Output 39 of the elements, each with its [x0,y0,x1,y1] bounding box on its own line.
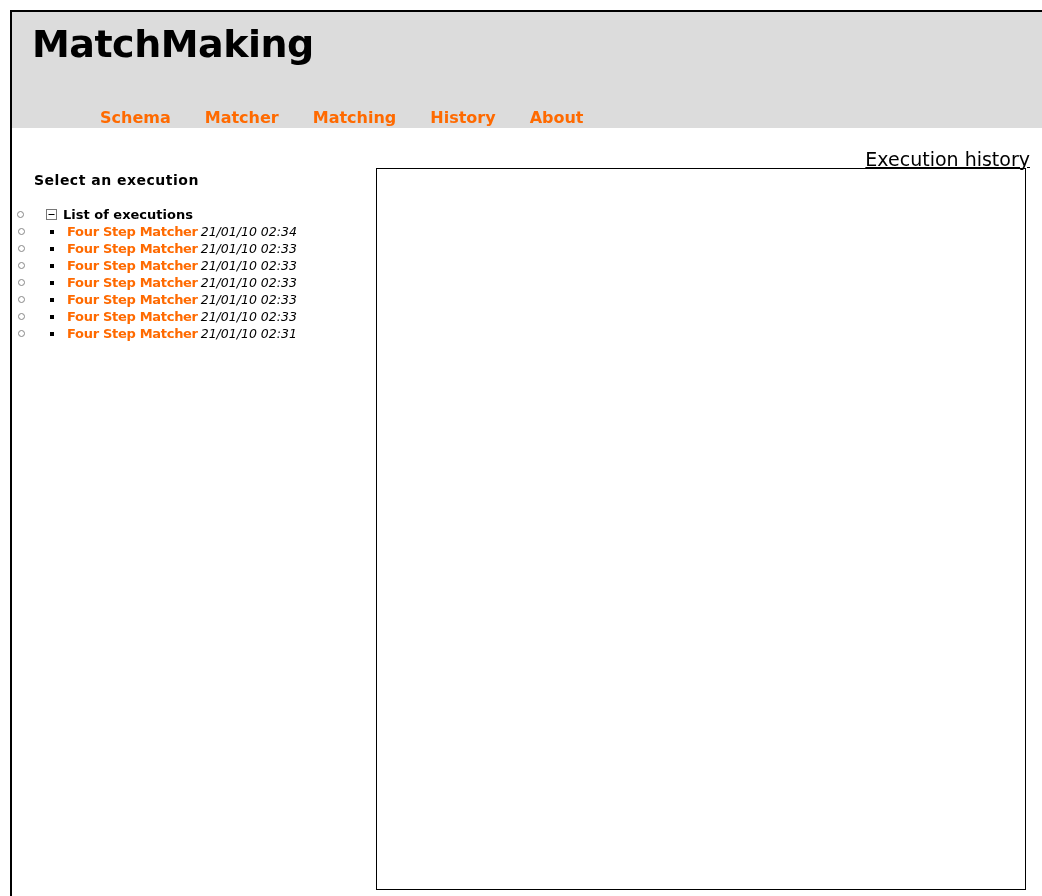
execution-link[interactable]: Four Step Matcher [67,309,198,324]
tree-node-icon [18,313,25,320]
execution-time: 21/01/10 02:33 [200,275,297,290]
tree-node-icon [18,279,25,286]
execution-time: 21/01/10 02:33 [200,292,297,307]
execution-link[interactable]: Four Step Matcher [67,258,198,273]
nav-link[interactable]: Matcher [204,108,279,128]
execution-time: 21/01/10 02:33 [200,241,297,256]
collapse-icon[interactable] [46,209,57,220]
tree-node-icon [18,228,25,235]
tree-node-icon [18,245,25,252]
execution-link[interactable]: Four Step Matcher [67,241,198,256]
nav-link[interactable]: Schema [100,108,171,128]
bullet-icon [50,314,54,319]
nav-link[interactable]: History [430,108,496,128]
app-title: MatchMaking [31,21,315,66]
execution-link[interactable]: Four Step Matcher [67,326,198,341]
nav-link[interactable]: About [529,108,584,128]
tree-root-label[interactable]: List of executions [63,207,193,222]
execution-time: 21/01/10 02:31 [200,326,297,341]
tree-node-icon [18,262,25,269]
execution-time: 21/01/10 02:33 [200,309,297,324]
execution-time: 21/01/10 02:34 [200,224,297,239]
page-title: Execution history [865,148,1030,170]
bullet-icon [50,263,54,268]
bullet-icon [50,229,54,234]
tree-node-icon [18,296,25,303]
bullet-icon [50,297,54,302]
bullet-icon [50,246,54,251]
execution-link[interactable]: Four Step Matcher [67,275,198,290]
execution-link[interactable]: Four Step Matcher [67,292,198,307]
nav-link[interactable]: Matching [312,108,397,128]
tree-node-icon [18,330,25,337]
execution-time: 21/01/10 02:33 [200,258,297,273]
execution-link[interactable]: Four Step Matcher [67,224,198,239]
tree-node-icon [17,211,24,218]
bullet-icon [50,331,54,336]
section-heading: Select an execution [33,172,200,188]
bullet-icon [50,280,54,285]
